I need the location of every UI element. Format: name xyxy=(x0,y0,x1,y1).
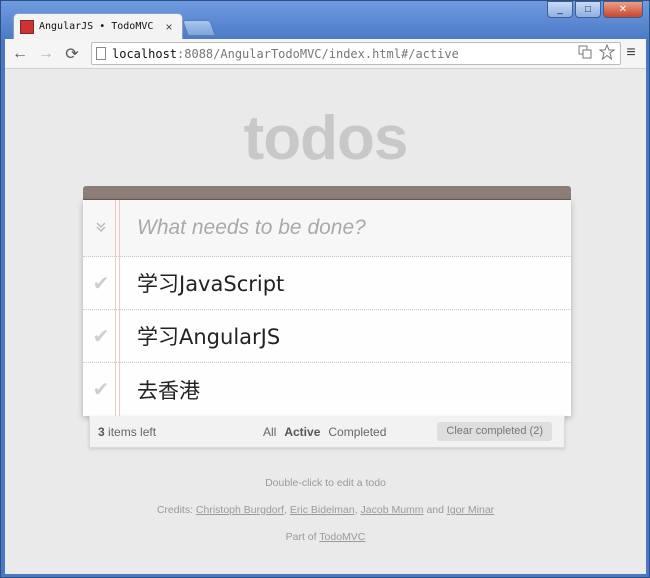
back-icon[interactable]: ← xyxy=(9,43,31,65)
url-text[interactable]: localhost:8088/AngularTodoMVC/index.html… xyxy=(112,47,576,61)
header-bar xyxy=(83,186,571,200)
credit-link-christoph[interactable]: Christoph Burgdorf xyxy=(196,504,284,516)
app-title: todos xyxy=(243,104,409,173)
forward-icon[interactable]: → xyxy=(35,43,57,65)
browser-window: AngularJS • TodoMVC × _ □ ✕ ← → ⟳ localh… xyxy=(0,0,650,578)
toggle-all-icon[interactable] xyxy=(83,221,119,236)
bookmark-star-icon[interactable] xyxy=(598,43,616,63)
page-content: todos ✔ 学习JavaScript ✔ 学习AngularJS xyxy=(5,69,646,574)
credit-link-igor[interactable]: Igor Minar xyxy=(447,504,494,516)
minimize-icon[interactable]: _ xyxy=(547,1,573,18)
todo-item[interactable]: ✔ 学习JavaScript xyxy=(83,257,571,310)
todo-item[interactable]: ✔ 去香港 xyxy=(83,363,571,416)
credit-link-jacob[interactable]: Jacob Mumm xyxy=(361,504,424,516)
credit-link-eric[interactable]: Eric Bidelman xyxy=(290,504,355,516)
menu-icon[interactable]: ≡ xyxy=(622,44,640,62)
credits-prefix: Credits: xyxy=(156,504,196,516)
tab-close-icon[interactable]: × xyxy=(162,20,176,34)
filter-active[interactable]: Active xyxy=(284,425,320,439)
credits: Credits: Christoph Burgdorf, Eric Bidelm… xyxy=(5,504,646,516)
todo-footer: 3 items left All Active Completed Clear … xyxy=(89,416,565,448)
edit-hint: Double-click to edit a todo xyxy=(265,477,386,489)
url-path: :8088/AngularTodoMVC/index.html#/active xyxy=(177,46,459,61)
todo-list: ✔ 学习JavaScript ✔ 学习AngularJS ✔ 去香港 xyxy=(83,200,571,416)
page-icon xyxy=(96,47,106,60)
check-icon[interactable]: ✔ xyxy=(83,324,119,349)
items-left-number: 3 xyxy=(98,425,105,439)
todo-label[interactable]: 学习AngularJS xyxy=(137,321,280,351)
check-icon[interactable]: ✔ xyxy=(83,271,119,296)
close-window-icon[interactable]: ✕ xyxy=(603,1,643,18)
url-host: localhost xyxy=(112,46,178,61)
tab-title: AngularJS • TodoMVC xyxy=(39,21,154,32)
browser-toolbar: ← → ⟳ localhost:8088/AngularTodoMVC/inde… xyxy=(5,39,646,69)
new-todo-row xyxy=(83,200,571,257)
check-icon[interactable]: ✔ xyxy=(83,377,119,402)
new-tab-button[interactable] xyxy=(182,20,216,36)
todo-label[interactable]: 学习JavaScript xyxy=(137,268,284,298)
new-todo-input[interactable] xyxy=(137,216,557,240)
todomvc-link[interactable]: TodoMVC xyxy=(319,531,365,543)
items-left-suffix: items left xyxy=(104,425,157,439)
filter-completed[interactable]: Completed xyxy=(328,425,386,439)
window-controls: _ □ ✕ xyxy=(545,1,643,18)
todo-item[interactable]: ✔ 学习AngularJS xyxy=(83,310,571,363)
filters: All Active Completed xyxy=(263,425,386,439)
items-left-count: 3 items left xyxy=(98,425,156,439)
part-of: Part of TodoMVC xyxy=(5,531,646,543)
maximize-icon[interactable]: □ xyxy=(575,1,601,18)
favicon-icon xyxy=(20,19,34,34)
browser-tab[interactable]: AngularJS • TodoMVC × xyxy=(13,13,183,39)
part-of-prefix: Part of xyxy=(285,531,320,543)
todo-app: ✔ 学习JavaScript ✔ 学习AngularJS ✔ 去香港 xyxy=(83,186,571,416)
todo-label[interactable]: 去香港 xyxy=(137,375,200,405)
address-bar[interactable]: localhost:8088/AngularTodoMVC/index.html… xyxy=(91,42,621,65)
reload-icon[interactable]: ⟳ xyxy=(61,43,83,65)
clear-completed-button[interactable]: Clear completed (2) xyxy=(437,422,552,441)
translate-icon[interactable] xyxy=(576,45,594,62)
credits-and: and xyxy=(423,504,447,516)
filter-all[interactable]: All xyxy=(263,425,276,439)
